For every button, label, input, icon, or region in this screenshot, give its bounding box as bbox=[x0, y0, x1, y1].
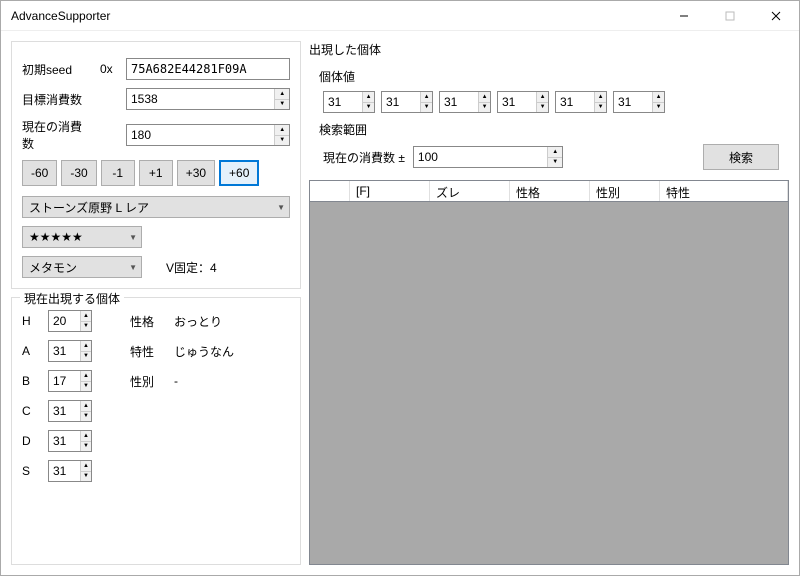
spinner-icon[interactable]: ▲▼ bbox=[80, 371, 91, 391]
titlebar: AdvanceSupporter bbox=[1, 1, 799, 31]
result-table-header: [F] ズレ 性格 性別 特性 bbox=[309, 180, 789, 202]
spinner-icon[interactable]: ▲▼ bbox=[362, 92, 374, 112]
seed-group: 初期seed 0x 目標消費数 ▲▼ 現在の消費数 bbox=[11, 41, 301, 289]
search-button[interactable]: 検索 bbox=[703, 144, 779, 170]
species-select[interactable]: メタモン ▼ bbox=[22, 256, 142, 278]
stat-d-label: D bbox=[22, 434, 40, 448]
spinner-icon[interactable]: ▲▼ bbox=[274, 125, 289, 145]
result-table-body[interactable] bbox=[309, 202, 789, 565]
appeared-group: 出現した個体 個体値 ▲▼ ▲▼ ▲▼ ▲▼ ▲▼ ▲▼ 検索範囲 現在の消費数… bbox=[309, 41, 789, 565]
stat-c-label: C bbox=[22, 404, 40, 418]
seed-label: 初期seed bbox=[22, 61, 92, 78]
spinner-icon[interactable]: ▲▼ bbox=[274, 89, 289, 109]
target-input[interactable]: ▲▼ bbox=[126, 88, 290, 110]
search-iv-b[interactable]: ▲▼ bbox=[439, 91, 491, 113]
appearing-title: 現在出現する個体 bbox=[20, 290, 124, 307]
close-button[interactable] bbox=[753, 1, 799, 31]
spinner-icon[interactable]: ▲▼ bbox=[80, 341, 91, 361]
nature-value: おっとり bbox=[174, 313, 222, 330]
search-iv-a[interactable]: ▲▼ bbox=[381, 91, 433, 113]
col-blank bbox=[310, 181, 350, 201]
search-iv-h[interactable]: ▲▼ bbox=[323, 91, 375, 113]
iv-h-input[interactable]: ▲▼ bbox=[48, 310, 92, 332]
adjust-m1-button[interactable]: -1 bbox=[101, 160, 135, 186]
stat-s-label: S bbox=[22, 464, 40, 478]
spinner-icon[interactable]: ▲▼ bbox=[547, 147, 561, 167]
iv-d-input[interactable]: ▲▼ bbox=[48, 430, 92, 452]
seed-prefix: 0x bbox=[100, 62, 118, 76]
iv-c-input[interactable]: ▲▼ bbox=[48, 400, 92, 422]
search-iv-s[interactable]: ▲▼ bbox=[613, 91, 665, 113]
spinner-icon[interactable]: ▲▼ bbox=[652, 92, 664, 112]
maximize-button[interactable] bbox=[707, 1, 753, 31]
spinner-icon[interactable]: ▲▼ bbox=[80, 401, 91, 421]
col-delta: ズレ bbox=[430, 181, 510, 201]
spinner-icon[interactable]: ▲▼ bbox=[594, 92, 606, 112]
chevron-down-icon: ▼ bbox=[129, 263, 137, 272]
spinner-icon[interactable]: ▲▼ bbox=[80, 431, 91, 451]
seed-input[interactable] bbox=[126, 58, 290, 80]
spinner-icon[interactable]: ▲▼ bbox=[80, 311, 91, 331]
adjust-m60-button[interactable]: -60 bbox=[22, 160, 57, 186]
chevron-down-icon: ▼ bbox=[129, 233, 137, 242]
iv-s-input[interactable]: ▲▼ bbox=[48, 460, 92, 482]
vfixed-label: V固定：4 bbox=[166, 259, 217, 276]
stat-b-label: B bbox=[22, 374, 40, 388]
search-iv-d[interactable]: ▲▼ bbox=[555, 91, 607, 113]
window-title: AdvanceSupporter bbox=[1, 9, 661, 23]
iv-label: 個体値 bbox=[319, 68, 779, 85]
iv-a-input[interactable]: ▲▼ bbox=[48, 340, 92, 362]
iv-b-input[interactable]: ▲▼ bbox=[48, 370, 92, 392]
col-f: [F] bbox=[350, 181, 430, 201]
range-current-label: 現在の消費数 ± bbox=[323, 149, 405, 166]
col-gender: 性別 bbox=[590, 181, 660, 201]
stars-select[interactable]: ★★★★★ ▼ bbox=[22, 226, 142, 248]
target-label: 目標消費数 bbox=[22, 91, 92, 108]
adjust-p30-button[interactable]: +30 bbox=[177, 160, 215, 186]
adjust-p1-button[interactable]: +1 bbox=[139, 160, 173, 186]
current-input[interactable]: ▲▼ bbox=[126, 124, 290, 146]
minimize-button[interactable] bbox=[661, 1, 707, 31]
range-label: 検索範囲 bbox=[319, 121, 779, 138]
spinner-icon[interactable]: ▲▼ bbox=[478, 92, 490, 112]
appeared-title: 出現した個体 bbox=[309, 41, 789, 58]
stat-h-label: H bbox=[22, 314, 40, 328]
adjust-m30-button[interactable]: -30 bbox=[61, 160, 96, 186]
ability-label: 特性 bbox=[130, 343, 166, 360]
current-label: 現在の消費数 bbox=[22, 118, 92, 152]
gender-label: 性別 bbox=[130, 373, 166, 390]
stat-a-label: A bbox=[22, 344, 40, 358]
range-input[interactable]: ▲▼ bbox=[413, 146, 563, 168]
spinner-icon[interactable]: ▲▼ bbox=[536, 92, 548, 112]
adjust-p60-button[interactable]: +60 bbox=[219, 160, 259, 186]
chevron-down-icon: ▼ bbox=[277, 203, 285, 212]
ability-value: じゅうなん bbox=[174, 343, 234, 360]
col-ability: 特性 bbox=[660, 181, 788, 201]
col-nature: 性格 bbox=[510, 181, 590, 201]
gender-value: - bbox=[174, 374, 178, 388]
den-select[interactable]: ストーンズ原野 L レア ▼ bbox=[22, 196, 290, 218]
nature-label: 性格 bbox=[130, 313, 166, 330]
spinner-icon[interactable]: ▲▼ bbox=[420, 92, 432, 112]
spinner-icon[interactable]: ▲▼ bbox=[80, 461, 91, 481]
search-iv-c[interactable]: ▲▼ bbox=[497, 91, 549, 113]
appearing-group: 現在出現する個体 H ▲▼ 性格 おっとり A ▲▼ 特 bbox=[11, 297, 301, 565]
